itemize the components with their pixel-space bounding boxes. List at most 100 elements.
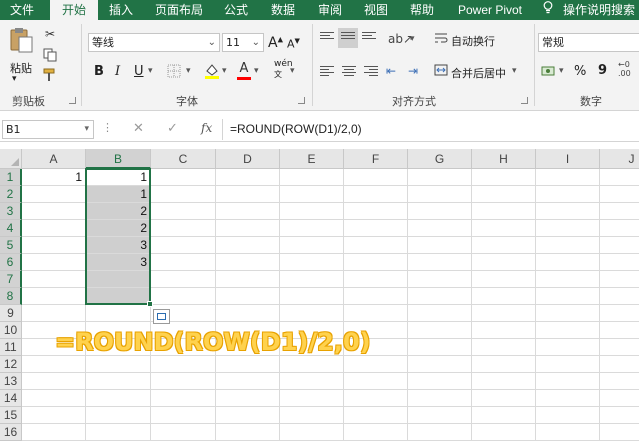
cell-j9[interactable] <box>600 305 639 322</box>
cell-c1[interactable] <box>151 169 216 186</box>
column-header-d[interactable]: D <box>216 149 280 169</box>
cell-d16[interactable] <box>216 424 280 441</box>
cell-j8[interactable] <box>600 288 639 305</box>
shrink-font-button[interactable]: A▼ <box>287 37 300 51</box>
cell-g16[interactable] <box>408 424 472 441</box>
cell-c15[interactable] <box>151 407 216 424</box>
cell-a2[interactable] <box>22 186 86 203</box>
cell-e12[interactable] <box>280 356 344 373</box>
cell-d5[interactable] <box>216 237 280 254</box>
cell-i2[interactable] <box>536 186 600 203</box>
cell-b16[interactable] <box>86 424 151 441</box>
cell-b6[interactable]: 3 <box>86 254 151 271</box>
phonetic-dropdown-icon[interactable]: ▾ <box>290 66 295 76</box>
cell-g10[interactable] <box>408 322 472 339</box>
row-header-5[interactable]: 5 <box>0 237 22 254</box>
cell-c2[interactable] <box>151 186 216 203</box>
column-header-b[interactable]: B <box>86 149 151 169</box>
row-header-2[interactable]: 2 <box>0 186 22 203</box>
middle-align-icon[interactable] <box>338 28 358 48</box>
cell-f15[interactable] <box>344 407 408 424</box>
paste-icon[interactable] <box>8 26 34 54</box>
cell-f7[interactable] <box>344 271 408 288</box>
tab-power-pivot[interactable]: Power Pivot <box>450 0 530 20</box>
formula-input[interactable]: =ROUND(ROW(D1)/2,0) <box>230 120 362 139</box>
cell-i5[interactable] <box>536 237 600 254</box>
cell-g1[interactable] <box>408 169 472 186</box>
row-header-14[interactable]: 14 <box>0 390 22 407</box>
cell-a5[interactable] <box>22 237 86 254</box>
column-header-g[interactable]: G <box>408 149 472 169</box>
cell-j7[interactable] <box>600 271 639 288</box>
bottom-align-icon[interactable] <box>362 32 376 44</box>
cell-j6[interactable] <box>600 254 639 271</box>
cell-h1[interactable] <box>472 169 536 186</box>
tell-me-search[interactable]: 操作说明搜索 <box>543 0 639 20</box>
tab-home[interactable]: 开始 <box>50 0 98 20</box>
cell-b13[interactable] <box>86 373 151 390</box>
font-name-combo[interactable]: 等线 ⌄ <box>88 33 220 52</box>
enter-icon[interactable]: ✓ <box>167 121 178 136</box>
wrap-text-icon[interactable] <box>434 32 448 48</box>
cell-f1[interactable] <box>344 169 408 186</box>
cell-j2[interactable] <box>600 186 639 203</box>
cell-j1[interactable] <box>600 169 639 186</box>
tab-page-layout[interactable]: 页面布局 <box>148 0 210 20</box>
cell-j13[interactable] <box>600 373 639 390</box>
cell-f14[interactable] <box>344 390 408 407</box>
align-left-icon[interactable] <box>320 66 334 78</box>
cell-a15[interactable] <box>22 407 86 424</box>
number-format-combo[interactable]: 常规 <box>538 33 639 52</box>
cell-c4[interactable] <box>151 220 216 237</box>
cell-h8[interactable] <box>472 288 536 305</box>
percent-style-button[interactable]: % <box>574 64 586 79</box>
cell-c7[interactable] <box>151 271 216 288</box>
cell-b14[interactable] <box>86 390 151 407</box>
cell-a13[interactable] <box>22 373 86 390</box>
cell-a14[interactable] <box>22 390 86 407</box>
cell-a3[interactable] <box>22 203 86 220</box>
cell-i3[interactable] <box>536 203 600 220</box>
accounting-format-icon[interactable] <box>541 64 557 82</box>
cell-j11[interactable] <box>600 339 639 356</box>
cell-g3[interactable] <box>408 203 472 220</box>
cell-h3[interactable] <box>472 203 536 220</box>
cell-a1[interactable]: 1 <box>22 169 86 186</box>
cell-d1[interactable] <box>216 169 280 186</box>
cell-e9[interactable] <box>280 305 344 322</box>
cell-h15[interactable] <box>472 407 536 424</box>
cell-h14[interactable] <box>472 390 536 407</box>
fill-color-dropdown-icon[interactable]: ▾ <box>222 66 227 76</box>
cell-b5[interactable]: 3 <box>86 237 151 254</box>
cell-c6[interactable] <box>151 254 216 271</box>
cell-h5[interactable] <box>472 237 536 254</box>
cell-h7[interactable] <box>472 271 536 288</box>
row-header-1[interactable]: 1 <box>0 169 22 186</box>
cell-f4[interactable] <box>344 220 408 237</box>
row-header-13[interactable]: 13 <box>0 373 22 390</box>
cell-e14[interactable] <box>280 390 344 407</box>
increase-decimal-icon[interactable]: ←0.00 <box>618 60 631 78</box>
comma-style-button[interactable]: 9 <box>598 63 607 78</box>
row-header-7[interactable]: 7 <box>0 271 22 288</box>
cell-e3[interactable] <box>280 203 344 220</box>
cell-e6[interactable] <box>280 254 344 271</box>
cell-b7[interactable] <box>86 271 151 288</box>
row-header-15[interactable]: 15 <box>0 407 22 424</box>
cancel-icon[interactable]: ✕ <box>133 121 144 136</box>
cell-d8[interactable] <box>216 288 280 305</box>
cell-g6[interactable] <box>408 254 472 271</box>
cell-a9[interactable] <box>22 305 86 322</box>
cell-h12[interactable] <box>472 356 536 373</box>
borders-dropdown-icon[interactable]: ▾ <box>186 66 191 76</box>
cell-g9[interactable] <box>408 305 472 322</box>
increase-indent-icon[interactable]: ⇥ <box>408 64 418 78</box>
merge-center-button[interactable]: 合并后居中 <box>451 65 506 81</box>
cell-h16[interactable] <box>472 424 536 441</box>
cell-e7[interactable] <box>280 271 344 288</box>
cell-b12[interactable] <box>86 356 151 373</box>
column-header-i[interactable]: I <box>536 149 600 169</box>
grow-font-button[interactable]: A▲ <box>268 35 283 51</box>
cell-g4[interactable] <box>408 220 472 237</box>
cell-j10[interactable] <box>600 322 639 339</box>
